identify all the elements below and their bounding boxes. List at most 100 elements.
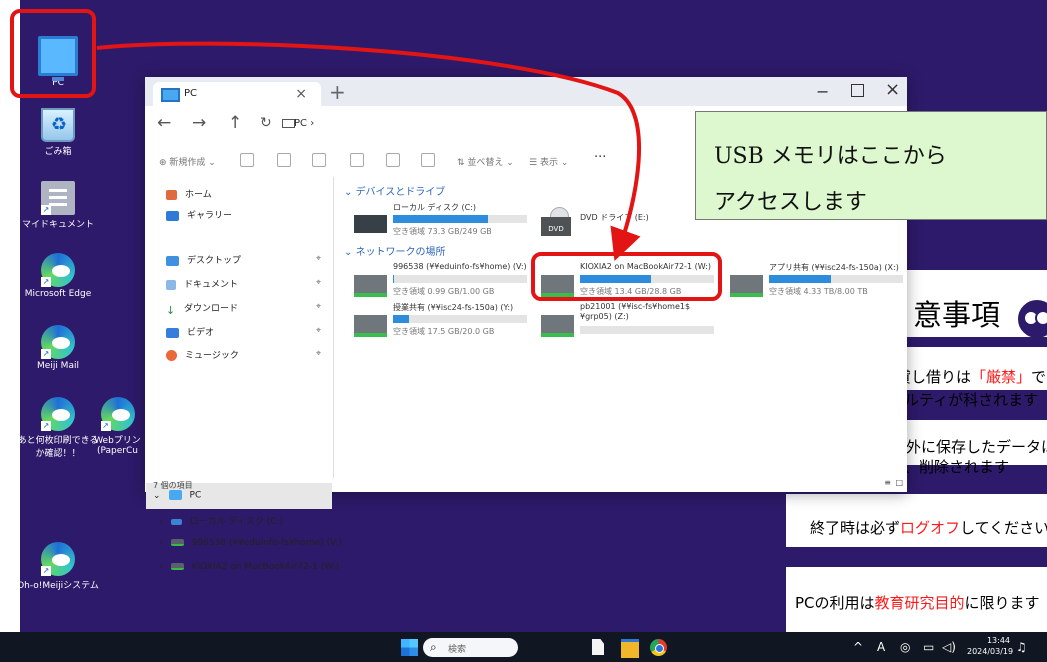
nav-documents[interactable]: ドキュメント — [166, 277, 238, 292]
tab-pc[interactable]: PC × — [153, 82, 321, 106]
nav-desktop[interactable]: デスクトップ — [166, 253, 241, 268]
drive-class-share-y[interactable]: 授業共有 (¥¥isc24-fs-150a) (Y:) 空き領域 17.5 GB… — [354, 302, 544, 344]
copy-icon[interactable] — [277, 153, 291, 167]
share-icon[interactable] — [386, 153, 400, 167]
volume-icon[interactable]: ◁) — [942, 640, 956, 654]
start-button[interactable] — [401, 639, 418, 656]
network-icon[interactable]: ▭ — [923, 640, 934, 654]
paste-icon[interactable] — [312, 153, 326, 167]
sort-button[interactable]: ⇅ 並べ替え ⌄ — [457, 155, 514, 168]
drive-group-z[interactable]: pb21001 (¥¥isc-fs¥home1$¥grp05) (Z:) — [541, 302, 731, 344]
edge-icon: ↗ — [41, 397, 75, 431]
close-tab-icon[interactable]: × — [295, 86, 307, 102]
desktop-icon-microsoft-edge[interactable]: ↗ Microsoft Edge — [14, 253, 102, 299]
desktop-icon-my-documents[interactable]: ↗ マイドキュメント — [14, 181, 102, 230]
pin-icon[interactable]: ⌖ — [316, 349, 321, 359]
file-explorer-taskbar-icon[interactable] — [621, 639, 639, 658]
nav-local-disk[interactable]: › ローカル ディスク (C:) — [159, 514, 283, 529]
nav-downloads[interactable]: ↓ ダウンロード — [166, 301, 238, 317]
nav-gallery[interactable]: ギャラリー — [166, 208, 232, 223]
back-icon[interactable]: ← — [157, 113, 171, 133]
new-label: 新規作成 — [169, 158, 206, 168]
desktop-icon-oh-o-meiji[interactable]: ↗ Oh-o!Meijiシステム — [14, 542, 102, 591]
desktop-icon-recycle-bin[interactable]: ごみ箱 — [14, 108, 102, 157]
nav-pc[interactable]: ⌄ PC — [153, 490, 201, 505]
more-options-button[interactable]: ··· — [594, 150, 606, 165]
minimize-button[interactable]: − — [816, 82, 829, 101]
desktop-folder-icon — [166, 255, 179, 266]
view-button[interactable]: ☰ 表示 ⌄ — [529, 155, 568, 168]
nav-music[interactable]: ミュージック — [166, 348, 239, 363]
devices-section-heading[interactable]: ⌄ デバイスとドライブ — [344, 183, 445, 198]
notice-purpose-suffix: に限ります — [964, 594, 1040, 612]
details-view-icon[interactable]: ≡ — [884, 478, 891, 487]
drive-info: 空き領域 17.5 GB/20.0 GB — [393, 327, 495, 336]
drive-local-c[interactable]: ローカル ディスク (C:) 空き領域 73.3 GB/249 GB — [354, 202, 544, 244]
drive-name: アプリ共有 (¥¥isc24-fs-150a) (X:) — [769, 263, 899, 272]
documents-icon: ↗ — [41, 181, 75, 215]
refresh-icon[interactable]: ↻ — [260, 115, 272, 131]
drive-network-v[interactable]: 996538 (¥¥eduinfo-fs¥home) (V:) 空き領域 0.9… — [354, 262, 544, 304]
edge-icon: ↗ — [100, 397, 135, 431]
clock-date: 2024/03/19 — [967, 647, 1014, 656]
ime-indicator[interactable]: A — [877, 640, 885, 654]
chevron-right-icon[interactable]: › — [159, 517, 163, 527]
network-section-heading[interactable]: ⌄ ネットワークの場所 — [344, 243, 446, 258]
nav-label: ホーム — [185, 190, 212, 200]
storage-fill — [393, 275, 395, 283]
taskbar-clock[interactable]: 13:44 2024/03/19 — [967, 635, 1014, 657]
pin-icon[interactable]: ⌖ — [316, 254, 321, 264]
chevron-down-icon[interactable]: ⌄ — [153, 491, 161, 501]
usb-drive-highlight — [531, 252, 722, 301]
desktop-icon-label: Oh-o!Meijiシステム — [17, 581, 99, 591]
desktop-icon-meiji-mail[interactable]: ↗ Meiji Mail — [14, 325, 102, 371]
nav-videos[interactable]: ビデオ — [166, 325, 214, 340]
status-icon[interactable]: ◎ — [900, 640, 910, 654]
drive-name: 996538 (¥¥eduinfo-fs¥home) (V:) — [393, 262, 527, 271]
nav-network-v[interactable]: › 996538 (¥¥eduinfo-fs¥home) (V:) — [159, 538, 342, 553]
windows-taskbar: ⌕ 検索 ^ A ◎ ▭ ◁) 13:44 2024/03/19 ♫ — [0, 632, 1047, 662]
tiles-view-icon[interactable]: □ — [895, 478, 903, 487]
edge-icon: ↗ — [41, 253, 75, 287]
up-icon[interactable]: ↑ — [228, 113, 242, 133]
video-icon — [166, 327, 179, 338]
network-drive-icon — [170, 539, 184, 546]
taskbar-search[interactable]: ⌕ 検索 — [423, 638, 518, 657]
pin-icon[interactable]: ⌖ — [316, 302, 321, 312]
tray-arrow-icon[interactable]: ^ — [853, 640, 863, 654]
notice-logoff-prefix: 終了時は必ず — [810, 519, 901, 537]
forward-icon[interactable]: → — [192, 113, 206, 133]
pc-icon — [161, 88, 180, 102]
maximize-button[interactable] — [851, 84, 864, 97]
close-button[interactable]: × — [885, 79, 900, 100]
notification-icon[interactable]: ♫ — [1016, 640, 1027, 654]
cut-icon[interactable] — [240, 153, 254, 167]
nav-label: 996538 (¥¥eduinfo-fs¥home) (V:) — [191, 538, 342, 548]
new-button[interactable]: ⊕ 新規作成 ⌄ — [159, 155, 216, 168]
drive-app-share-x[interactable]: アプリ共有 (¥¥isc24-fs-150a) (X:) 空き領域 4.33 T… — [730, 262, 920, 304]
pc-icon-highlight — [10, 9, 96, 98]
sort-label: 並べ替え — [467, 158, 504, 168]
add-tab-button[interactable]: + — [329, 80, 346, 104]
delete-icon[interactable] — [421, 153, 435, 167]
address-path[interactable]: PC › — [294, 118, 314, 129]
chevron-right-icon[interactable]: › — [159, 538, 163, 548]
gallery-icon — [166, 210, 179, 221]
nav-label: KIOXIA2 on MacBookAir72-1 (W:) — [191, 562, 340, 572]
desktop-icon-label: ごみ箱 — [44, 147, 72, 157]
nav-home[interactable]: ホーム — [166, 187, 212, 202]
notice-lending-suffix: です — [1031, 368, 1047, 386]
desktop-icon-label: Webプリン (PaperCu — [94, 436, 141, 456]
pin-icon[interactable]: ⌖ — [316, 326, 321, 336]
notes-icon[interactable] — [592, 639, 604, 655]
nav-network-w[interactable]: › KIOXIA2 on MacBookAir72-1 (W:) — [159, 562, 339, 577]
storage-fill — [769, 275, 831, 283]
desktop-icon-web-printing[interactable]: ↗ Webプリン (PaperCu — [85, 397, 150, 456]
rename-icon[interactable] — [350, 153, 364, 167]
pin-icon[interactable]: ⌖ — [316, 278, 321, 288]
navigation-pane: ホーム ギャラリー デスクトップ ⌖ ドキュメント ⌖ ↓ ダウンロード ⌖ ビデ… — [145, 177, 342, 572]
chrome-icon[interactable] — [650, 639, 667, 656]
drive-icon — [170, 518, 182, 525]
drive-name: 授業共有 (¥¥isc24-fs-150a) (Y:) — [393, 303, 514, 312]
chevron-right-icon[interactable]: › — [159, 562, 163, 572]
